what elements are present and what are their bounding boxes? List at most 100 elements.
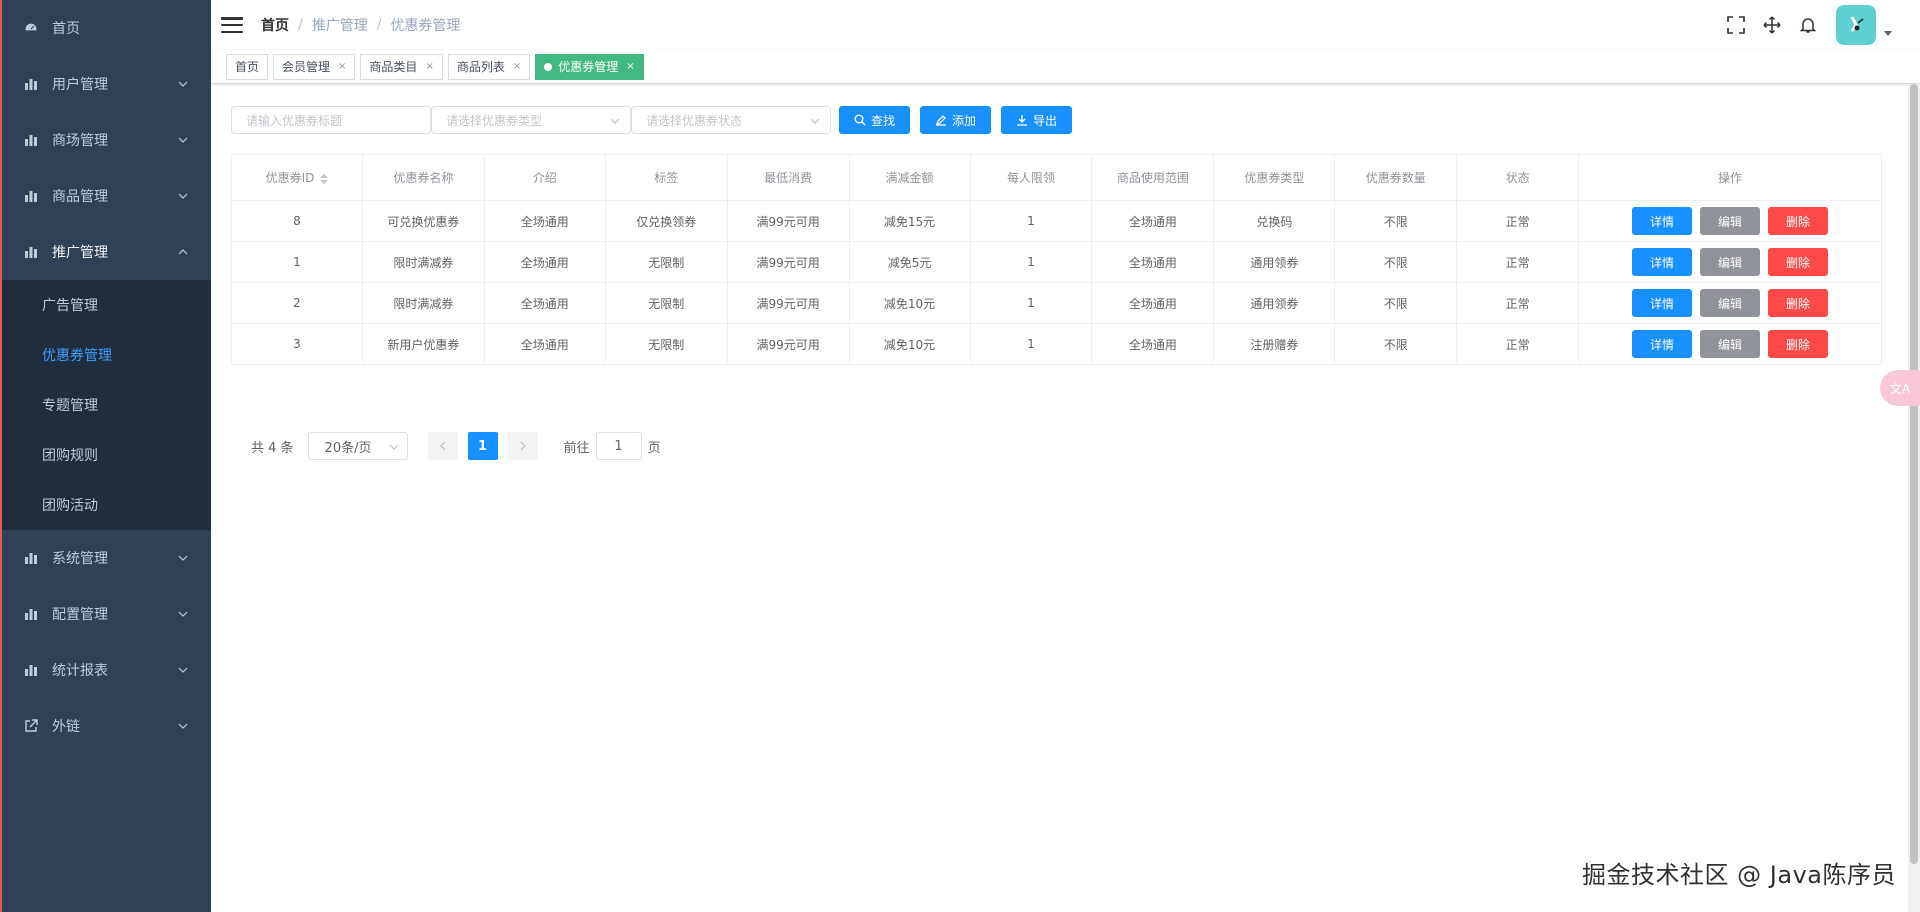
add-button[interactable]: 添加	[920, 106, 992, 134]
export-button[interactable]: 导出	[1001, 106, 1073, 134]
submenu-promotion: 广告管理 优惠券管理 专题管理 团购规则 团购活动	[2, 280, 211, 530]
fullscreen-icon[interactable]	[1726, 15, 1746, 35]
next-page-button[interactable]	[507, 432, 538, 460]
detail-button[interactable]: 详情	[1632, 330, 1693, 358]
close-icon[interactable]: ×	[338, 61, 346, 72]
chevron-down-icon	[810, 118, 820, 124]
navbar: 首页 / 推广管理 / 优惠券管理	[211, 0, 1920, 50]
tag-4[interactable]: 优惠券管理 ×	[535, 53, 644, 80]
table-cell: 不限	[1334, 282, 1458, 324]
delete-button[interactable]: 删除	[1768, 248, 1829, 276]
bell-icon[interactable]	[1798, 15, 1818, 35]
submenu-item-2[interactable]: 专题管理	[2, 380, 211, 430]
coupon-title-placeholder: 请输入优惠券标题	[246, 113, 343, 128]
table-cell: 正常	[1456, 241, 1580, 283]
sidebar-item-label: 推广管理	[52, 245, 108, 261]
table-cell: 1	[969, 282, 1093, 324]
chevron-down-icon	[178, 81, 188, 87]
avatar-dropdown-caret-icon[interactable]	[1884, 30, 1892, 36]
table-cell: 满99元可用	[726, 241, 850, 283]
table-cell: 全场通用	[483, 282, 606, 324]
detail-button[interactable]: 详情	[1632, 207, 1693, 235]
column-header-label: 状态	[1505, 171, 1530, 185]
tag-2[interactable]: 商品类目 ×	[360, 53, 443, 80]
page-size-value: 20条/页	[324, 440, 372, 456]
tag-0[interactable]: 首页	[226, 53, 269, 80]
sidebar-item-label: 系统管理	[52, 551, 108, 567]
sidebar-item-6[interactable]: 配置管理	[2, 586, 211, 642]
dashboard-icon	[22, 20, 40, 36]
prev-page-button[interactable]	[427, 432, 458, 460]
sidebar-item-label: 配置管理	[52, 607, 108, 623]
bar-chart-icon	[22, 550, 40, 566]
search-button[interactable]: 查找	[839, 106, 911, 134]
translate-icon: 文A	[1889, 381, 1911, 396]
table-cell: 限时满减券	[361, 241, 485, 283]
close-icon[interactable]: ×	[626, 61, 634, 72]
sidebar-item-3[interactable]: 商品管理	[2, 168, 211, 224]
detail-button[interactable]: 详情	[1632, 289, 1693, 317]
delete-button[interactable]: 删除	[1768, 289, 1829, 317]
tags-view: 首页 会员管理 × 商品类目 × 商品列表 × 优惠券管理 ×	[211, 50, 1920, 84]
goto-page-input[interactable]: 1	[595, 432, 642, 460]
delete-button[interactable]: 删除	[1768, 330, 1829, 358]
table-cell: 2	[231, 282, 363, 324]
table-cell: 通用领券	[1213, 241, 1336, 283]
chevron-down-icon	[178, 723, 188, 729]
bar-chart-icon	[22, 188, 40, 204]
coupon-status-select[interactable]: 请选择优惠券状态	[631, 106, 831, 134]
column-header-1: 优惠券名称	[361, 154, 485, 201]
coupon-type-select[interactable]: 请选择优惠券类型	[431, 106, 631, 134]
size-move-icon[interactable]	[1762, 15, 1782, 35]
add-button-label: 添加	[952, 113, 977, 128]
edit-button[interactable]: 编辑	[1700, 207, 1761, 235]
sidebar-item-2[interactable]: 商场管理	[2, 112, 211, 168]
table-cell: 减免5元	[848, 241, 971, 283]
column-header-label: 最低消费	[764, 171, 813, 185]
page-size-select[interactable]: 20条/页	[307, 432, 408, 460]
sidebar-item-0[interactable]: 首页	[2, 0, 211, 56]
table-cell: 无限制	[604, 323, 728, 365]
page-jumper: 前往 1 页	[564, 432, 661, 460]
detail-button[interactable]: 详情	[1632, 248, 1693, 276]
search-icon	[854, 114, 866, 126]
submenu-item-1[interactable]: 优惠券管理	[2, 330, 211, 380]
delete-button[interactable]: 删除	[1768, 207, 1829, 235]
hamburger-menu-icon[interactable]	[221, 14, 243, 36]
submenu-item-4[interactable]: 团购活动	[2, 480, 211, 530]
close-icon[interactable]: ×	[513, 61, 521, 72]
sidebar-item-7[interactable]: 统计报表	[2, 642, 211, 698]
column-header-5: 满减金额	[848, 154, 971, 201]
submenu-item-3[interactable]: 团购规则	[2, 430, 211, 480]
sidebar-item-5[interactable]: 系统管理	[2, 530, 211, 586]
edit-button[interactable]: 编辑	[1700, 248, 1761, 276]
translate-button[interactable]: 文A	[1880, 370, 1920, 406]
submenu-item-0[interactable]: 广告管理	[2, 280, 211, 330]
table-cell: 减免10元	[848, 323, 971, 365]
column-header-0[interactable]: 优惠券ID	[231, 154, 363, 201]
table-cell: 无限制	[604, 282, 728, 324]
avatar[interactable]	[1836, 5, 1876, 45]
bar-chart-icon	[22, 606, 40, 622]
table-cell-actions: 详情 编辑 删除	[1578, 282, 1882, 324]
sort-icon[interactable]	[320, 173, 329, 184]
page-number-1[interactable]: 1	[467, 432, 498, 460]
table-cell: 1	[969, 241, 1093, 283]
sidebar-item-4[interactable]: 推广管理	[2, 224, 211, 280]
bar-chart-icon	[22, 76, 40, 92]
tag-3[interactable]: 商品列表 ×	[447, 53, 531, 80]
column-header-label: 优惠券名称	[393, 171, 454, 185]
scrollbar-thumb[interactable]	[1910, 84, 1918, 864]
chevron-down-icon	[178, 667, 188, 673]
edit-button[interactable]: 编辑	[1700, 330, 1761, 358]
tag-1[interactable]: 会员管理 ×	[273, 53, 356, 80]
vertical-scrollbar[interactable]	[1908, 84, 1920, 912]
edit-button[interactable]: 编辑	[1700, 289, 1761, 317]
sidebar-item-8[interactable]: 外链	[2, 698, 211, 754]
breadcrumb-item-home[interactable]: 首页	[261, 15, 289, 35]
coupon-title-input[interactable]: 请输入优惠券标题	[231, 106, 431, 134]
table-cell: 全场通用	[1091, 282, 1215, 324]
sidebar-item-1[interactable]: 用户管理	[2, 56, 211, 112]
sidebar-item-label: 商品管理	[52, 189, 108, 205]
close-icon[interactable]: ×	[425, 61, 433, 72]
